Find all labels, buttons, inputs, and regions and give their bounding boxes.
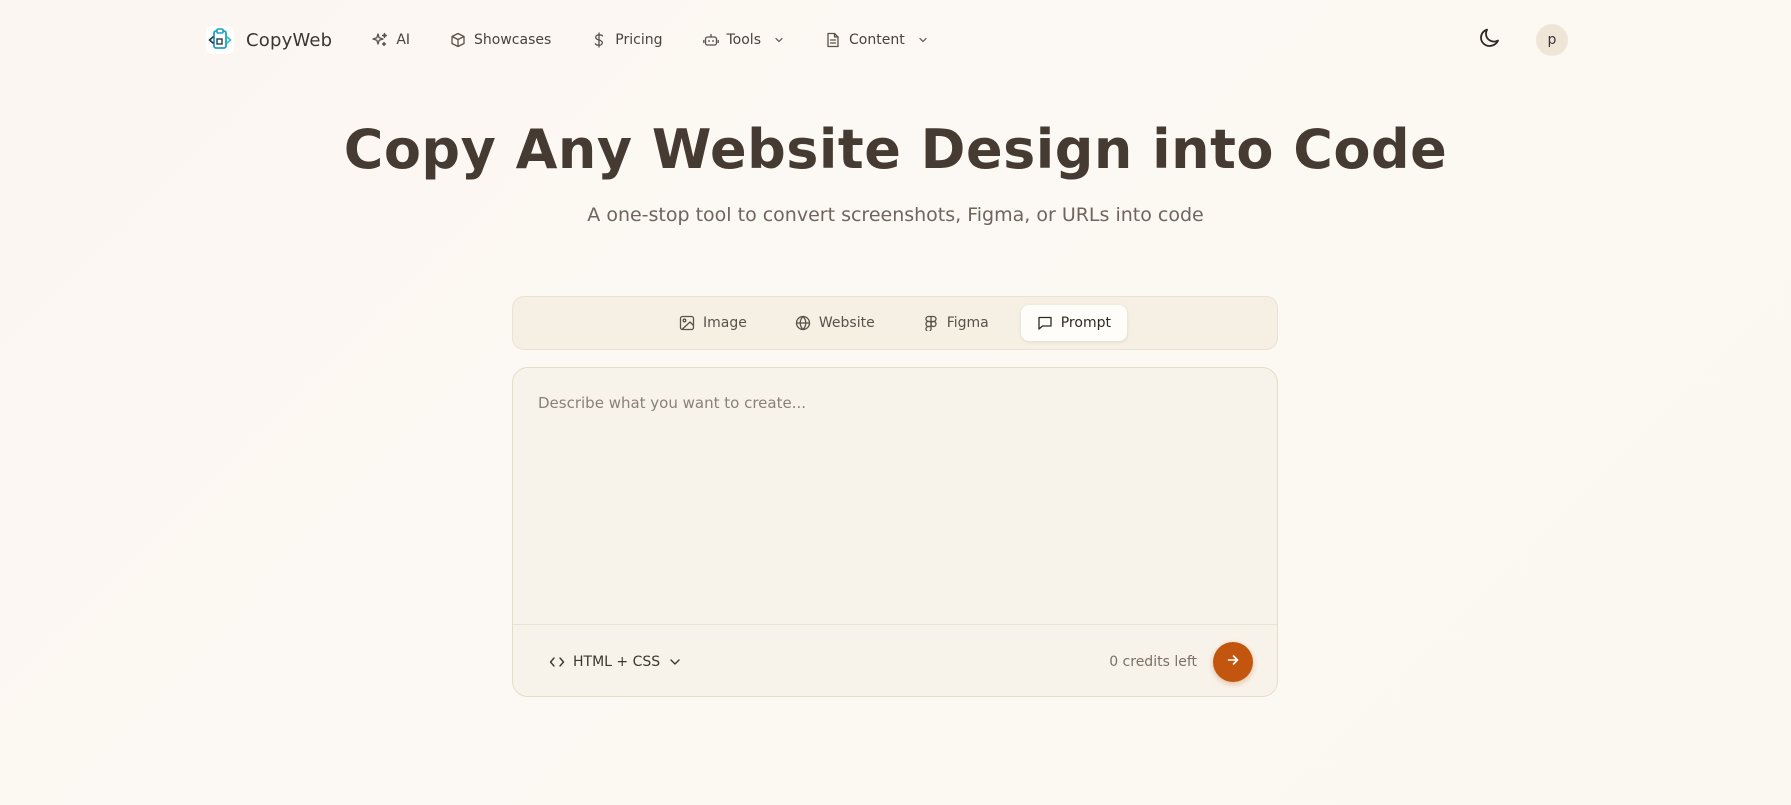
- nav-links: AI Showcases Pricing Tools Content: [362, 26, 958, 54]
- figma-icon: [923, 315, 939, 331]
- navbar-inner: CopyWeb AI Showcases Pricing Tools Conte…: [204, 20, 1568, 60]
- avatar-initial: p: [1547, 32, 1557, 48]
- nav-item-label: AI: [396, 32, 411, 48]
- chevron-down-icon: [773, 34, 785, 46]
- chat-icon: [1037, 315, 1053, 331]
- tab-label: Website: [818, 315, 875, 331]
- tab-image[interactable]: Image: [663, 305, 763, 341]
- avatar[interactable]: p: [1536, 24, 1568, 56]
- navbar: CopyWeb AI Showcases Pricing Tools Conte…: [0, 0, 1791, 80]
- brand-link[interactable]: CopyWeb: [204, 24, 332, 56]
- chevron-down-icon: [917, 34, 929, 46]
- tab-label: Prompt: [1060, 315, 1111, 331]
- prompt-footer-right: 0 credits left: [1109, 641, 1253, 682]
- nav-item-tools[interactable]: Tools: [693, 26, 796, 54]
- moon-icon: [1479, 27, 1501, 53]
- input-mode-tabs: Image Website Figma Prompt: [512, 296, 1278, 350]
- prompt-footer: HTML + CSS 0 credits left: [513, 624, 1277, 696]
- tab-label: Figma: [946, 315, 989, 331]
- brand-name: CopyWeb: [246, 29, 333, 51]
- robot-icon: [702, 32, 719, 48]
- arrow-right-icon: [1226, 653, 1240, 670]
- credits-remaining: 0 credits left: [1109, 653, 1197, 670]
- box-icon: [450, 32, 466, 48]
- nav-item-label: Pricing: [615, 32, 663, 48]
- tab-website[interactable]: Website: [779, 305, 891, 341]
- prompt-input[interactable]: [513, 368, 1277, 624]
- nav-item-ai[interactable]: AI: [362, 26, 420, 54]
- nav-item-showcases[interactable]: Showcases: [440, 26, 561, 54]
- clipboard-code-icon: [204, 24, 236, 56]
- tab-figma[interactable]: Figma: [907, 305, 1005, 341]
- globe-icon: [795, 315, 811, 331]
- nav-item-label: Showcases: [474, 32, 552, 48]
- sparkles-icon: [372, 32, 388, 48]
- image-icon: [679, 315, 695, 331]
- framework-select[interactable]: HTML + CSS: [549, 654, 682, 670]
- code-icon: [549, 654, 565, 670]
- theme-toggle-button[interactable]: [1474, 24, 1506, 56]
- nav-right: p: [1474, 24, 1568, 56]
- nav-item-label: Tools: [726, 32, 762, 48]
- nav-item-pricing[interactable]: Pricing: [581, 26, 672, 54]
- dollar-icon: [591, 32, 607, 48]
- framework-select-label: HTML + CSS: [573, 653, 661, 670]
- submit-button[interactable]: [1213, 641, 1253, 682]
- chevron-down-icon: [668, 655, 682, 669]
- tab-prompt[interactable]: Prompt: [1020, 305, 1127, 341]
- page-title: Copy Any Website Design into Code: [343, 118, 1448, 181]
- document-icon: [825, 32, 841, 48]
- tab-label: Image: [703, 315, 747, 331]
- page-subtitle: A one-stop tool to convert screenshots, …: [587, 204, 1204, 226]
- prompt-card: HTML + CSS 0 credits left: [512, 367, 1278, 697]
- nav-item-content[interactable]: Content: [815, 26, 939, 54]
- nav-item-label: Content: [849, 32, 905, 48]
